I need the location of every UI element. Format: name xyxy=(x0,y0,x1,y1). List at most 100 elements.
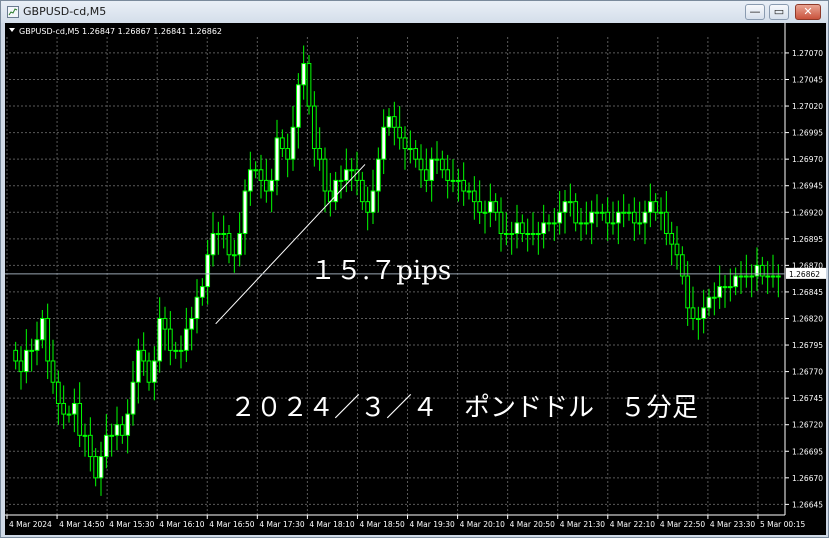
candle-body xyxy=(706,296,712,309)
x-tick-label: 4 Mar 18:10 xyxy=(309,520,355,529)
x-tick-label: 4 Mar 22:50 xyxy=(660,520,706,529)
candle-body xyxy=(77,402,83,436)
candle-body xyxy=(551,222,557,225)
y-tick-label: 1.26845 xyxy=(792,288,823,297)
candle-body xyxy=(743,275,749,278)
y-tick-label: 1.26970 xyxy=(792,155,823,164)
candle-body xyxy=(285,148,291,160)
candle-body xyxy=(210,233,216,256)
candle-body xyxy=(498,211,504,235)
candle-body xyxy=(66,413,72,416)
y-tick-label: 1.26945 xyxy=(792,182,823,191)
minimize-button[interactable]: — xyxy=(745,4,765,20)
candle-body xyxy=(178,349,184,352)
candle-body xyxy=(727,286,733,289)
candle-body xyxy=(695,317,701,320)
candle-body xyxy=(162,317,168,330)
candle-body xyxy=(258,169,264,181)
candle-body xyxy=(141,349,147,362)
candle-body xyxy=(679,254,685,277)
candle-body xyxy=(130,381,136,415)
candle-body xyxy=(685,275,691,309)
current-price-label: 1.26862 xyxy=(789,270,820,279)
x-tick-label: 4 Mar 15:30 xyxy=(109,520,155,529)
close-button[interactable]: ✕ xyxy=(795,4,821,20)
restore-button[interactable]: ▭ xyxy=(769,4,789,20)
candle-body xyxy=(439,158,445,171)
candle-body xyxy=(221,233,227,236)
candle-body xyxy=(653,201,659,213)
candle-body xyxy=(775,275,781,278)
candle-body xyxy=(525,233,531,236)
candle-body xyxy=(631,211,637,224)
candle-body xyxy=(167,328,173,351)
dropdown-arrow-icon xyxy=(9,28,15,32)
candle-body xyxy=(429,158,435,181)
y-tick-label: 1.26920 xyxy=(792,208,823,217)
candle-body xyxy=(407,148,413,151)
candle-body xyxy=(242,190,248,235)
candle-body xyxy=(621,211,627,214)
x-tick-label: 4 Mar 18:50 xyxy=(359,520,405,529)
window-title: GBPUSD-cd,M5 xyxy=(23,5,107,18)
candle-body xyxy=(509,233,515,236)
candle-body xyxy=(461,179,467,192)
candle-body xyxy=(626,211,632,214)
chart-canvas[interactable]: 1.27070 1.27045 1.27020 1.26995 1.26970 1.269… xyxy=(5,23,826,535)
y-tick-label: 1.26770 xyxy=(792,368,823,377)
candle-body xyxy=(669,233,675,245)
price-chart[interactable]: 1.27070 1.27045 1.27020 1.26995 1.26970 1.269… xyxy=(5,23,826,535)
candle-body xyxy=(434,158,440,161)
candle-body xyxy=(359,179,365,203)
candle-body xyxy=(183,328,189,351)
x-tick-label: 4 Mar 22:10 xyxy=(610,520,656,529)
candle-body xyxy=(365,201,371,213)
candle-body xyxy=(311,105,317,150)
candle-body xyxy=(578,222,584,225)
candle-body xyxy=(317,148,323,160)
candle-body xyxy=(226,233,232,256)
candle-body xyxy=(749,275,755,278)
candle-body xyxy=(541,222,547,235)
candle-body xyxy=(343,169,349,181)
candle-body xyxy=(173,349,179,352)
x-tick-label: 4 Mar 14:50 xyxy=(59,520,105,529)
candle-body xyxy=(18,360,24,373)
y-tick-label: 1.27070 xyxy=(792,49,823,58)
x-tick-label: 4 Mar 23:30 xyxy=(710,520,756,529)
x-tick-label: 4 Mar 20:50 xyxy=(510,520,556,529)
candle-body xyxy=(98,456,104,479)
candle-body xyxy=(535,233,541,236)
x-tick-label: 4 Mar 19:30 xyxy=(410,520,456,529)
candle-body xyxy=(610,222,616,225)
candle-body xyxy=(418,158,424,171)
candle-body xyxy=(391,116,397,128)
candle-body xyxy=(338,179,344,182)
candle-body xyxy=(637,222,643,225)
candle-body xyxy=(103,434,109,458)
candle-body xyxy=(370,190,376,213)
candle-body xyxy=(45,317,51,362)
candle-body xyxy=(594,211,600,214)
candle-body xyxy=(471,190,477,203)
title-bar[interactable]: GBPUSD-cd,M5 — ▭ ✕ xyxy=(1,1,828,23)
y-tick-label: 1.26820 xyxy=(792,314,823,323)
candle-body xyxy=(567,201,573,204)
candle-body xyxy=(135,349,141,383)
chart-app-icon xyxy=(7,6,19,18)
chart-window: GBPUSD-cd,M5 — ▭ ✕ 1.27070 1.27045 1.27020… xyxy=(0,0,829,538)
candle-body xyxy=(605,211,611,224)
symbol-header: GBPUSD-cd,M5 1.26847 1.26867 1.26841 1.2… xyxy=(19,27,222,36)
candle-body xyxy=(690,307,696,319)
candle-body xyxy=(55,381,61,404)
candle-body xyxy=(514,222,520,235)
candle-body xyxy=(482,211,488,214)
candle-body xyxy=(71,402,77,415)
candle-body xyxy=(658,211,664,214)
x-tick-label: 4 Mar 16:10 xyxy=(159,520,205,529)
candle-body xyxy=(205,254,211,288)
candle-body xyxy=(477,201,483,213)
candle-body xyxy=(599,211,605,214)
candle-body xyxy=(445,169,451,181)
candle-body xyxy=(125,413,131,436)
